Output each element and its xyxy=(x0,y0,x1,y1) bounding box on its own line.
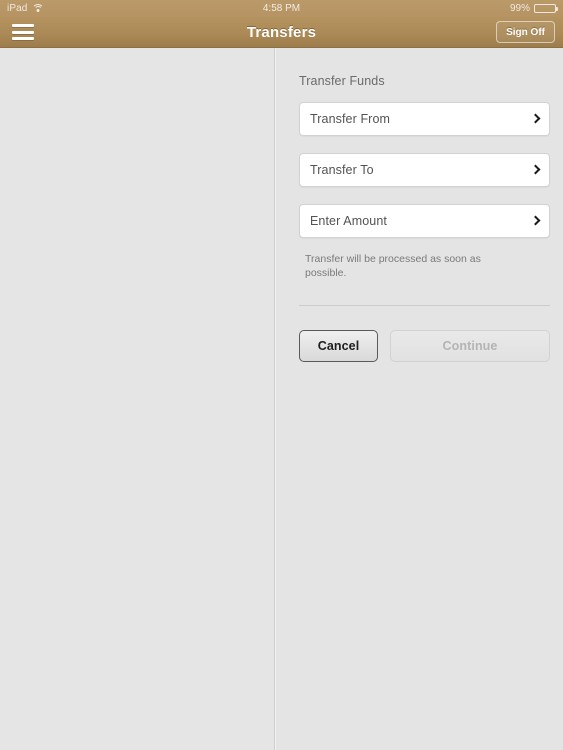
wifi-icon xyxy=(32,4,45,13)
battery-icon xyxy=(534,3,558,14)
left-master-pane xyxy=(0,48,275,750)
transfer-from-field[interactable]: Transfer From xyxy=(299,102,550,136)
section-title: Transfer Funds xyxy=(299,74,385,88)
device-name-label: iPad xyxy=(7,3,28,14)
chevron-right-icon xyxy=(530,215,541,226)
transfer-detail-pane: Transfer Funds Transfer From Transfer To… xyxy=(275,48,563,750)
transfer-to-label: Transfer To xyxy=(310,163,374,177)
status-bar-left: iPad xyxy=(7,3,45,14)
enter-amount-label: Enter Amount xyxy=(310,214,387,228)
divider xyxy=(299,305,550,306)
continue-button: Continue xyxy=(390,330,550,362)
hamburger-bar xyxy=(12,36,34,40)
battery-percentage-label: 99% xyxy=(509,3,530,14)
enter-amount-field[interactable]: Enter Amount xyxy=(299,204,550,238)
status-bar: iPad 4:58 PM 99% xyxy=(0,0,563,17)
page-title: Transfers xyxy=(246,23,317,41)
action-buttons: Cancel Continue xyxy=(299,330,550,362)
transfer-from-label: Transfer From xyxy=(310,112,391,126)
app-screen: iPad 4:58 PM 99% Transfers Sign Off Tran… xyxy=(0,0,563,750)
transfer-to-field[interactable]: Transfer To xyxy=(299,153,550,187)
hamburger-bar xyxy=(12,24,34,28)
help-text: Transfer will be processed as soon as po… xyxy=(305,253,481,279)
chevron-right-icon xyxy=(530,113,541,124)
sign-off-button[interactable]: Sign Off xyxy=(496,21,555,43)
hamburger-bar xyxy=(12,30,34,34)
cancel-button[interactable]: Cancel xyxy=(299,330,378,362)
navigation-bar: Transfers Sign Off xyxy=(0,17,563,48)
status-bar-time: 4:58 PM xyxy=(262,3,301,14)
hamburger-menu-icon[interactable] xyxy=(8,19,38,45)
chevron-right-icon xyxy=(530,164,541,175)
content-area: Transfer Funds Transfer From Transfer To… xyxy=(0,48,563,750)
status-bar-right: 99% xyxy=(509,3,558,14)
